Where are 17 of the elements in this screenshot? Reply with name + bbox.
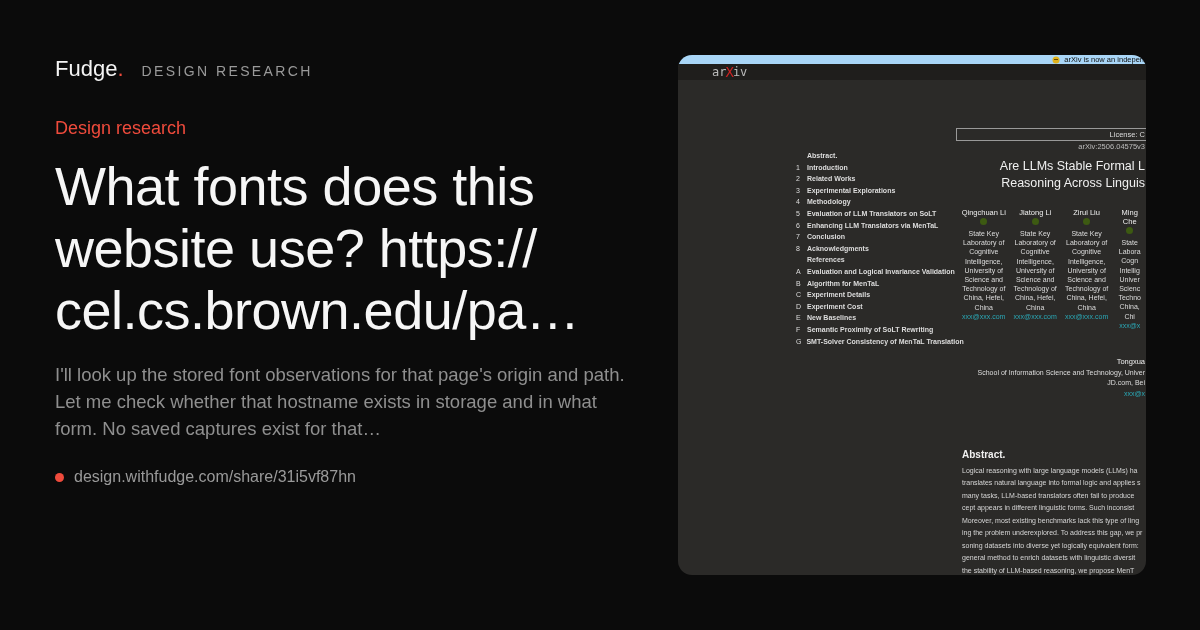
page-heading: What fonts does this website use? https://cel.cs.brown.edu/pa… <box>55 155 581 341</box>
category-label: Design research <box>55 118 188 139</box>
orcid-icon[interactable] <box>1031 218 1039 225</box>
orcid-icon[interactable] <box>1126 227 1134 234</box>
mascot-icon <box>1052 55 1061 64</box>
brand-dot: . <box>117 56 124 81</box>
share-link[interactable]: design.withfudge.com/share/31i5vf87hn <box>74 468 356 486</box>
paper-title: Are LLMs Stable Formal L <box>999 159 1145 173</box>
orcid-icon[interactable] <box>980 218 988 225</box>
bullet-icon <box>55 472 64 482</box>
paper-title: Reasoning Across Linguis <box>1001 176 1145 190</box>
summary-text: I'll look up the stored font observations for that page's origin and path. Let me check whether that hostname exists in storage and in what form. No saved captures exist for that… <box>55 363 626 441</box>
section-label: DESIGN RESEARCH <box>141 63 313 79</box>
site-logo[interactable]: arXiv <box>712 64 748 80</box>
brand-name: Fudge <box>55 56 118 81</box>
abstract-heading: Abstract. <box>962 448 1007 460</box>
orcid-icon[interactable] <box>1083 218 1091 225</box>
